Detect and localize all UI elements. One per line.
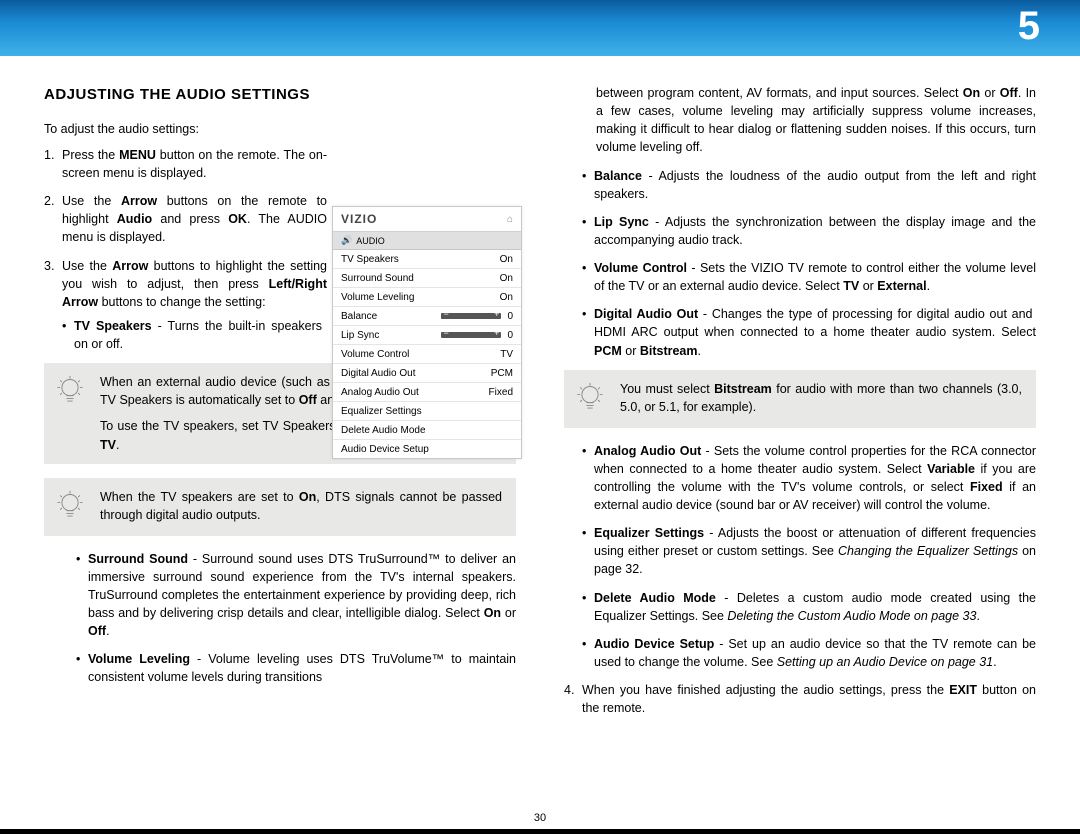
step-4: When you have finished adjusting the aud… <box>582 681 1036 717</box>
step-1: Press the MENU button on the remote. The… <box>62 146 327 182</box>
bullet-leveling: Volume Leveling - Volume leveling uses D… <box>76 650 516 686</box>
bullet-eq: Equalizer Settings - Adjusts the boost o… <box>582 524 1036 578</box>
tip-bitstream: You must select Bitstream for audio with… <box>564 370 1036 428</box>
step-3: Use the Arrow buttons to highlight the s… <box>62 257 327 311</box>
bottom-stripe <box>0 829 1080 834</box>
audio-menu-screenshot: VIZIO ⌂ 🔊AUDIO TV SpeakersOn Surround So… <box>332 206 522 459</box>
chapter-header-bar: 5 <box>0 0 1080 56</box>
chapter-number: 5 <box>1018 4 1040 49</box>
bullet-delete: Delete Audio Mode - Deletes a custom aud… <box>582 589 1036 625</box>
home-icon: ⌂ <box>507 214 513 225</box>
page-number: 30 <box>0 812 1080 824</box>
step-2: Use the Arrow buttons on the remote to h… <box>62 192 327 246</box>
bullet-lipsync: Lip Sync - Adjusts the synchronization b… <box>582 213 1036 249</box>
lightbulb-icon <box>50 373 90 411</box>
bullet-digitalout: Digital Audio Out - Changes the type of … <box>582 305 1036 359</box>
bullet-devsetup: Audio Device Setup - Set up an audio dev… <box>582 635 1036 671</box>
bullet-balance: Balance - Adjusts the loudness of the au… <box>582 167 1036 203</box>
bullet-surround: Surround Sound - Surround sound uses DTS… <box>76 550 516 641</box>
section-heading: ADJUSTING THE AUDIO SETTINGS <box>44 84 516 106</box>
bullet-tvspeakers: TV Speakers - Turns the built-in speaker… <box>62 317 322 353</box>
lightbulb-icon <box>50 488 90 526</box>
intro-text: To adjust the audio settings: <box>44 120 516 138</box>
speaker-icon: 🔊 <box>341 235 352 246</box>
right-column: between program content, AV formats, and… <box>564 84 1036 816</box>
bullet-volcontrol: Volume Control - Sets the VIZIO TV remot… <box>582 259 1036 295</box>
bullet-analogout: Analog Audio Out - Sets the volume contr… <box>582 442 1036 515</box>
menu-brand: VIZIO <box>341 212 377 226</box>
tip-dts: When the TV speakers are set to On, DTS … <box>44 478 516 536</box>
leveling-continued: between program content, AV formats, and… <box>564 84 1036 157</box>
lightbulb-icon <box>570 380 610 418</box>
